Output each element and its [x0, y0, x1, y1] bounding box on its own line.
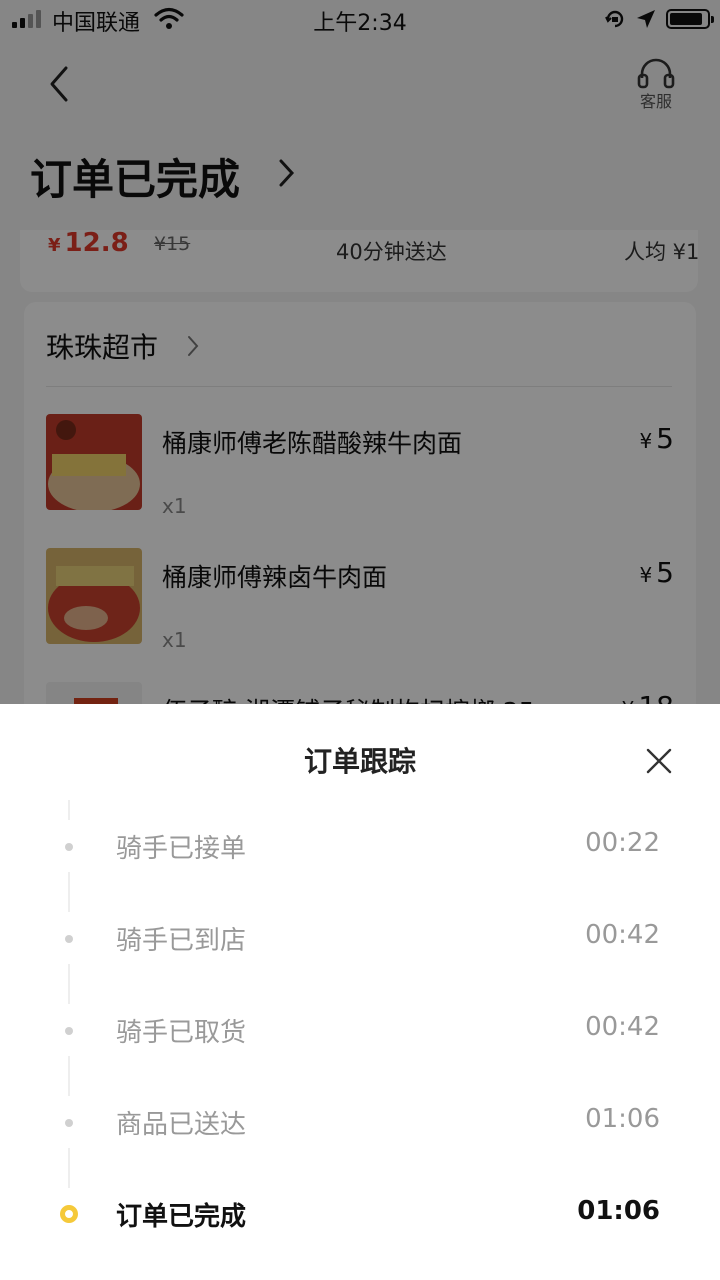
step-label: 骑手已到店 [116, 926, 247, 956]
sheet-title: 订单跟踪 [303, 745, 416, 778]
timeline-dot-icon [65, 935, 73, 943]
timeline-connector [68, 872, 70, 912]
timeline-dot-icon [65, 1027, 73, 1035]
step-time: 00:42 [585, 920, 660, 950]
tracking-step-current: 订单已完成 01:06 [0, 1194, 720, 1234]
timeline-active-dot-icon [60, 1205, 78, 1223]
step-label: 订单已完成 [116, 1202, 247, 1232]
step-time: 01:06 [585, 1104, 660, 1134]
timeline-connector [68, 1056, 70, 1096]
timeline-dot-icon [65, 843, 73, 851]
tracking-step: 骑手已到店 00:42 [0, 918, 720, 958]
step-time: 00:42 [585, 1012, 660, 1042]
step-label: 骑手已取货 [116, 1018, 247, 1048]
modal-backdrop[interactable] [0, 0, 720, 704]
step-label: 商品已送达 [116, 1110, 247, 1140]
tracking-step: 骑手已取货 00:42 [0, 1010, 720, 1050]
step-label: 骑手已接单 [116, 834, 247, 864]
step-time: 00:22 [585, 828, 660, 858]
tracking-step: 骑手已接单 00:22 [0, 826, 720, 866]
timeline-connector [68, 964, 70, 1004]
tracking-step: 商品已送达 01:06 [0, 1102, 720, 1142]
timeline-connector [68, 1148, 70, 1188]
close-icon[interactable] [644, 746, 674, 776]
timeline-dot-icon [65, 1119, 73, 1127]
step-time: 01:06 [577, 1196, 660, 1226]
timeline-connector [68, 800, 70, 820]
order-tracking-sheet: 订单跟踪 骑手已接单 00:22 骑手已到店 00:42 骑手已取货 00:42… [0, 704, 720, 1280]
